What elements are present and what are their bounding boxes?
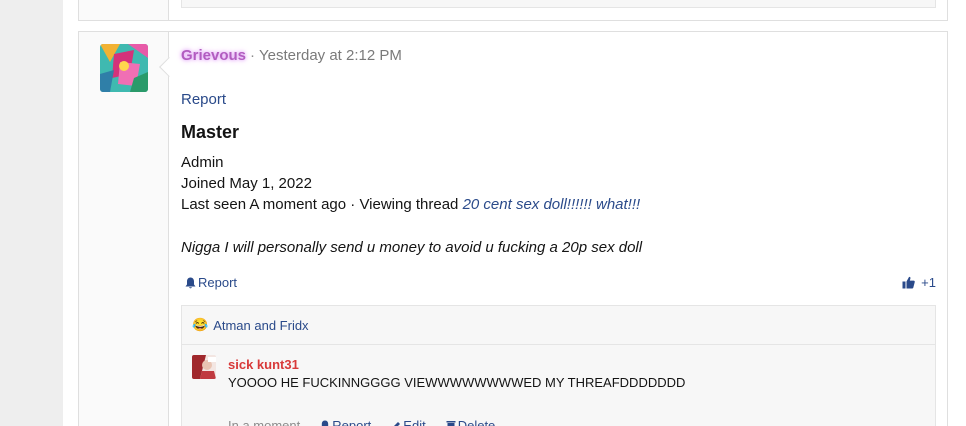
comment-section: sick kunt31 YOOOO HE FUCKINNGGGG VIEWWWW… <box>181 345 936 426</box>
comment-delete-button[interactable]: Delete <box>446 418 496 426</box>
bell-icon <box>185 277 196 288</box>
previous-post-reaction-box <box>181 0 936 8</box>
report-button-label: Report <box>198 275 238 290</box>
like-button[interactable]: +1 <box>902 275 936 290</box>
member-last-seen: Last seen A moment ago · Viewing thread … <box>181 196 640 213</box>
meta-separator: · <box>250 47 255 64</box>
comment-author-name[interactable]: sick kunt31 <box>228 357 299 372</box>
laugh-cry-emoji-icon: 😂 <box>192 317 209 332</box>
comment-delete-label: Delete <box>457 418 496 426</box>
thumbs-up-icon <box>902 276 915 289</box>
comment-time[interactable]: In a moment <box>228 418 300 426</box>
member-rank: Master <box>181 122 240 142</box>
comment-report-button[interactable]: Report <box>320 418 371 426</box>
comment-actions: In a moment Report Edit Delete <box>228 418 495 426</box>
comment-report-label: Report <box>332 418 372 426</box>
bell-icon <box>322 420 329 426</box>
post-message: Nigga I will personally send u money to … <box>181 239 643 256</box>
forum-post: Grievous · Yesterday at 2:12 PM Report M… <box>78 31 948 426</box>
comment-author-avatar[interactable] <box>192 355 216 379</box>
author-avatar[interactable] <box>100 44 148 92</box>
member-joined: Joined May 1, 2022 <box>181 175 312 192</box>
post-avatar-column <box>79 32 169 426</box>
previous-post <box>78 0 948 21</box>
report-link[interactable]: Report <box>181 91 226 108</box>
comment-text: YOOOO HE FUCKINNGGGG VIEWWWWWWWWED MY TH… <box>228 375 686 390</box>
page-gutter <box>0 0 63 426</box>
comment-edit-label: Edit <box>403 418 426 426</box>
post-timestamp[interactable]: Yesterday at 2:12 PM <box>259 47 402 64</box>
pencil-icon <box>393 421 401 426</box>
post-actions: Report +1 <box>181 275 936 293</box>
like-count: +1 <box>921 275 936 290</box>
reactions-summary[interactable]: 😂 Atman and Fridx <box>181 305 936 345</box>
member-role: Admin <box>181 154 224 171</box>
reactions-users[interactable]: Atman and Fridx <box>213 318 308 333</box>
trash-icon <box>446 421 456 426</box>
report-button[interactable]: Report <box>185 275 237 290</box>
last-seen-text: Last seen A moment ago · Viewing thread <box>181 196 459 213</box>
viewing-thread-link[interactable]: 20 cent sex doll!!!!!! what!!! <box>463 196 641 213</box>
post-author-name[interactable]: Grievous <box>181 47 246 64</box>
previous-post-avatar-column <box>79 0 169 20</box>
comment-edit-button[interactable]: Edit <box>391 418 426 426</box>
